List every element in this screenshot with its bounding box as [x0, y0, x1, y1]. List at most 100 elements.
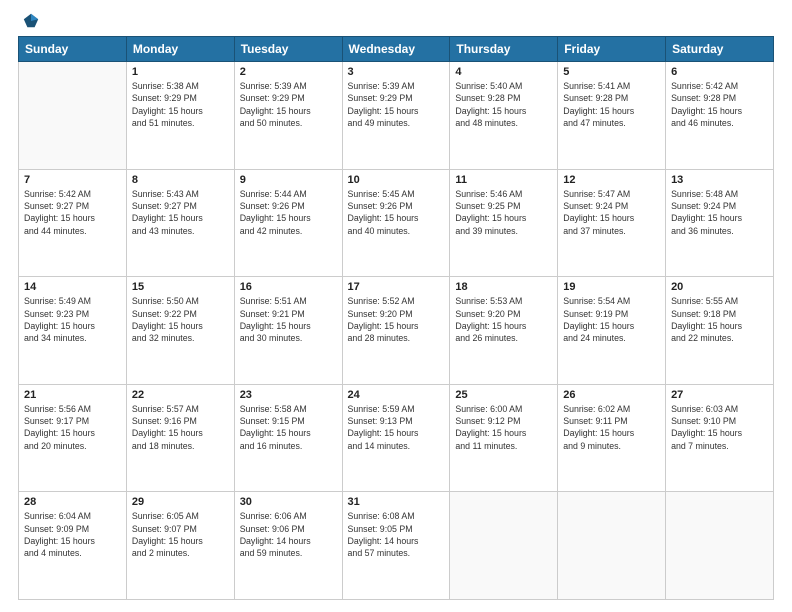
day-info: Sunrise: 5:44 AM Sunset: 9:26 PM Dayligh…: [240, 188, 337, 237]
calendar-cell: 27 Sunrise: 6:03 AM Sunset: 9:10 PM Dayli…: [666, 384, 774, 492]
logo-flag-icon: [22, 12, 40, 30]
calendar-cell: 19Sunrise: 5:54 AM Sunset: 9:19 PM Dayli…: [558, 277, 666, 385]
calendar-cell: 5 Sunrise: 5:41 AM Sunset: 9:28 PM Daylig…: [558, 62, 666, 170]
calendar-cell: 4 Sunrise: 5:40 AM Sunset: 9:28 PM Daylig…: [450, 62, 558, 170]
day-info: Sunrise: 5:45 AM Sunset: 9:26 PM Dayligh…: [348, 188, 445, 237]
day-number: 10: [348, 174, 445, 186]
calendar-cell: 18 Sunrise: 5:53 AM Sunset: 9:20 PM Dayli…: [450, 277, 558, 385]
day-info: Sunrise: 5:39 AM Sunset: 9:29 PM Dayligh…: [240, 80, 337, 129]
day-info: Sunrise: 6:00 AM Sunset: 9:12 PM Dayligh…: [455, 403, 552, 452]
day-info: Sunrise: 5:50 AM Sunset: 9:22 PM Dayligh…: [132, 295, 229, 344]
day-number: 14: [24, 281, 121, 293]
calendar-cell: 2 Sunrise: 5:39 AM Sunset: 9:29 PM Daylig…: [234, 62, 342, 170]
calendar-cell: 8 Sunrise: 5:43 AM Sunset: 9:27 PM Daylig…: [126, 169, 234, 277]
day-number: 24: [348, 389, 445, 401]
calendar-cell: 20Sunrise: 5:55 AM Sunset: 9:18 PM Dayli…: [666, 277, 774, 385]
calendar-cell: [558, 492, 666, 600]
day-info: Sunrise: 6:08 AM Sunset: 9:05 PM Dayligh…: [348, 510, 445, 559]
day-info: Sunrise: 5:42 AM Sunset: 9:28 PM Dayligh…: [671, 80, 768, 129]
day-number: 5: [563, 66, 660, 78]
day-info: Sunrise: 5:43 AM Sunset: 9:27 PM Dayligh…: [132, 188, 229, 237]
day-number: 27: [671, 389, 768, 401]
day-number: 9: [240, 174, 337, 186]
calendar-cell: 29 Sunrise: 6:05 AM Sunset: 9:07 PM Dayli…: [126, 492, 234, 600]
calendar-cell: 22Sunrise: 5:57 AM Sunset: 9:16 PM Dayli…: [126, 384, 234, 492]
day-info: Sunrise: 5:47 AM Sunset: 9:24 PM Dayligh…: [563, 188, 660, 237]
day-number: 4: [455, 66, 552, 78]
calendar-cell: 17 Sunrise: 5:52 AM Sunset: 9:20 PM Dayli…: [342, 277, 450, 385]
calendar-cell: [666, 492, 774, 600]
calendar-cell: 23 Sunrise: 5:58 AM Sunset: 9:15 PM Dayli…: [234, 384, 342, 492]
calendar-cell: 10 Sunrise: 5:45 AM Sunset: 9:26 PM Dayli…: [342, 169, 450, 277]
calendar-cell: 13Sunrise: 5:48 AM Sunset: 9:24 PM Dayli…: [666, 169, 774, 277]
calendar-cell: 26Sunrise: 6:02 AM Sunset: 9:11 PM Dayli…: [558, 384, 666, 492]
day-info: Sunrise: 5:56 AM Sunset: 9:17 PM Dayligh…: [24, 403, 121, 452]
calendar-header-tuesday: Tuesday: [234, 37, 342, 62]
calendar-cell: 6 Sunrise: 5:42 AM Sunset: 9:28 PM Daylig…: [666, 62, 774, 170]
day-number: 30: [240, 496, 337, 508]
day-number: 29: [132, 496, 229, 508]
day-number: 20: [671, 281, 768, 293]
day-info: Sunrise: 6:04 AM Sunset: 9:09 PM Dayligh…: [24, 510, 121, 559]
calendar-week-row-3: 21 Sunrise: 5:56 AM Sunset: 9:17 PM Dayli…: [19, 384, 774, 492]
calendar-cell: 21 Sunrise: 5:56 AM Sunset: 9:17 PM Dayli…: [19, 384, 127, 492]
header: [18, 12, 774, 30]
day-info: Sunrise: 5:39 AM Sunset: 9:29 PM Dayligh…: [348, 80, 445, 129]
day-number: 31: [348, 496, 445, 508]
day-info: Sunrise: 5:49 AM Sunset: 9:23 PM Dayligh…: [24, 295, 121, 344]
day-info: Sunrise: 6:03 AM Sunset: 9:10 PM Dayligh…: [671, 403, 768, 452]
calendar-cell: 16 Sunrise: 5:51 AM Sunset: 9:21 PM Dayli…: [234, 277, 342, 385]
day-info: Sunrise: 5:51 AM Sunset: 9:21 PM Dayligh…: [240, 295, 337, 344]
day-info: Sunrise: 6:02 AM Sunset: 9:11 PM Dayligh…: [563, 403, 660, 452]
day-number: 8: [132, 174, 229, 186]
day-info: Sunrise: 5:59 AM Sunset: 9:13 PM Dayligh…: [348, 403, 445, 452]
day-info: Sunrise: 5:38 AM Sunset: 9:29 PM Dayligh…: [132, 80, 229, 129]
day-info: Sunrise: 5:53 AM Sunset: 9:20 PM Dayligh…: [455, 295, 552, 344]
day-number: 6: [671, 66, 768, 78]
calendar-cell: [450, 492, 558, 600]
day-number: 18: [455, 281, 552, 293]
day-number: 12: [563, 174, 660, 186]
calendar-table: SundayMondayTuesdayWednesdayThursdayFrid…: [18, 36, 774, 600]
calendar-cell: 30 Sunrise: 6:06 AM Sunset: 9:06 PM Dayli…: [234, 492, 342, 600]
day-number: 7: [24, 174, 121, 186]
day-number: 2: [240, 66, 337, 78]
calendar-cell: 1Sunrise: 5:38 AM Sunset: 9:29 PM Daylig…: [126, 62, 234, 170]
calendar-header-saturday: Saturday: [666, 37, 774, 62]
day-number: 19: [563, 281, 660, 293]
calendar-cell: 3 Sunrise: 5:39 AM Sunset: 9:29 PM Daylig…: [342, 62, 450, 170]
day-info: Sunrise: 5:58 AM Sunset: 9:15 PM Dayligh…: [240, 403, 337, 452]
calendar-cell: 7 Sunrise: 5:42 AM Sunset: 9:27 PM Daylig…: [19, 169, 127, 277]
day-number: 22: [132, 389, 229, 401]
day-info: Sunrise: 5:52 AM Sunset: 9:20 PM Dayligh…: [348, 295, 445, 344]
calendar-cell: 9 Sunrise: 5:44 AM Sunset: 9:26 PM Daylig…: [234, 169, 342, 277]
day-info: Sunrise: 5:40 AM Sunset: 9:28 PM Dayligh…: [455, 80, 552, 129]
day-number: 11: [455, 174, 552, 186]
day-number: 28: [24, 496, 121, 508]
day-info: Sunrise: 5:42 AM Sunset: 9:27 PM Dayligh…: [24, 188, 121, 237]
calendar-header-sunday: Sunday: [19, 37, 127, 62]
day-number: 17: [348, 281, 445, 293]
day-number: 23: [240, 389, 337, 401]
calendar-cell: 14 Sunrise: 5:49 AM Sunset: 9:23 PM Dayli…: [19, 277, 127, 385]
calendar-week-row-0: 1Sunrise: 5:38 AM Sunset: 9:29 PM Daylig…: [19, 62, 774, 170]
day-number: 15: [132, 281, 229, 293]
day-info: Sunrise: 5:41 AM Sunset: 9:28 PM Dayligh…: [563, 80, 660, 129]
calendar-cell: [19, 62, 127, 170]
logo: [18, 12, 40, 30]
calendar-header-monday: Monday: [126, 37, 234, 62]
calendar-cell: 28 Sunrise: 6:04 AM Sunset: 9:09 PM Dayli…: [19, 492, 127, 600]
calendar-cell: 31 Sunrise: 6:08 AM Sunset: 9:05 PM Dayli…: [342, 492, 450, 600]
day-number: 16: [240, 281, 337, 293]
day-info: Sunrise: 6:05 AM Sunset: 9:07 PM Dayligh…: [132, 510, 229, 559]
calendar-week-row-1: 7 Sunrise: 5:42 AM Sunset: 9:27 PM Daylig…: [19, 169, 774, 277]
day-number: 21: [24, 389, 121, 401]
day-number: 13: [671, 174, 768, 186]
day-info: Sunrise: 6:06 AM Sunset: 9:06 PM Dayligh…: [240, 510, 337, 559]
calendar-cell: 24 Sunrise: 5:59 AM Sunset: 9:13 PM Dayli…: [342, 384, 450, 492]
calendar-header-wednesday: Wednesday: [342, 37, 450, 62]
calendar-cell: 15 Sunrise: 5:50 AM Sunset: 9:22 PM Dayli…: [126, 277, 234, 385]
day-number: 3: [348, 66, 445, 78]
calendar-cell: 25Sunrise: 6:00 AM Sunset: 9:12 PM Dayli…: [450, 384, 558, 492]
calendar-header-row: SundayMondayTuesdayWednesdayThursdayFrid…: [19, 37, 774, 62]
